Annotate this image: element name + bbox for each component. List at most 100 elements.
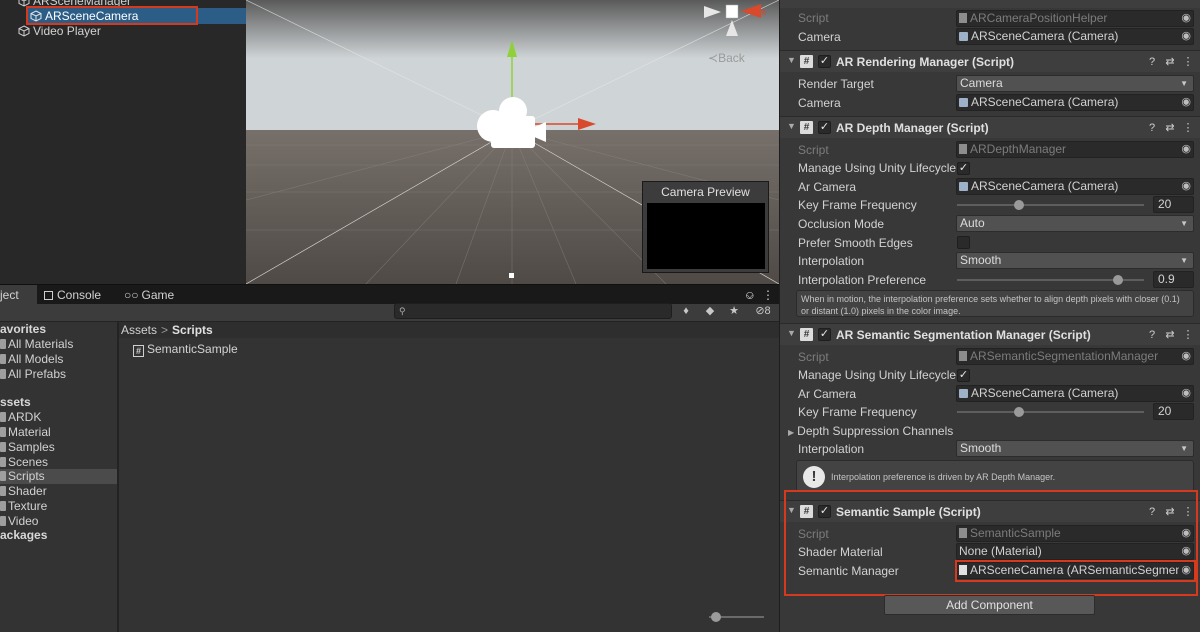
- prop-label: Interpolation: [798, 442, 865, 456]
- script-field[interactable]: SemanticSample ◉: [956, 525, 1194, 542]
- breadcrumb-root[interactable]: Assets: [121, 323, 157, 337]
- depth-suppression-foldout[interactable]: ▶ Depth Suppression Channels: [788, 422, 953, 440]
- component-header-depth-manager[interactable]: ▼ # ✓ AR Depth Manager (Script) ? ⇄ ⋮: [780, 116, 1200, 138]
- enabled-checkbox: ✓: [818, 121, 831, 134]
- occlusion-mode-dropdown[interactable]: Auto ▼: [956, 215, 1194, 232]
- chevron-down-icon: ▼: [1180, 256, 1188, 265]
- script-field[interactable]: ARCameraPositionHelper ◉: [956, 10, 1194, 27]
- interp-pref-value[interactable]: 0.9: [1153, 271, 1194, 288]
- object-picker-icon: ◉: [1181, 387, 1191, 399]
- help-icon: ?: [1148, 122, 1156, 134]
- fold-arrow-icon: ▶: [788, 428, 795, 437]
- interp-pref-slider-knob[interactable]: [1113, 275, 1123, 285]
- scene-back-label[interactable]: ≺​Back: [708, 51, 745, 65]
- tab-console[interactable]: Console: [44, 285, 101, 305]
- label-tag-icon[interactable]: ◆: [702, 303, 718, 319]
- tree-item[interactable]: Samples: [0, 440, 55, 455]
- lifecycle-checkbox[interactable]: ✓: [957, 369, 970, 382]
- search-input[interactable]: ⚲: [394, 303, 672, 319]
- favorite-star-icon[interactable]: ★: [726, 303, 742, 319]
- fold-arrow-icon: ▼: [787, 328, 796, 338]
- camera-field[interactable]: ARSceneCamera (Camera) ◉: [956, 28, 1194, 45]
- hierarchy-item-video-player[interactable]: Video Player: [18, 23, 101, 39]
- key-frame-value[interactable]: 20: [1153, 196, 1194, 213]
- ar-camera-field[interactable]: ARSceneCamera (Camera) ◉: [956, 178, 1194, 195]
- camera-icon: [959, 389, 968, 398]
- prop-label: Render Target: [798, 77, 874, 91]
- key-frame-slider-knob[interactable]: [1014, 407, 1024, 417]
- object-picker-icon: ◉: [1181, 180, 1191, 192]
- script-icon: #: [133, 345, 144, 357]
- component-header-segmentation-manager[interactable]: ▼ # ✓ AR Semantic Segmentation Manager (Sc…: [780, 323, 1200, 345]
- prop-label: Interpolation Preference: [798, 273, 927, 287]
- script-field[interactable]: ARDepthManager ◉: [956, 141, 1194, 158]
- script-field[interactable]: ARSemanticSegmentationManager ◉: [956, 348, 1194, 365]
- lock-icon[interactable]: ⎉: [745, 285, 755, 305]
- interpolation-dropdown[interactable]: Smooth ▼: [956, 252, 1194, 269]
- tree-item[interactable]: All Prefabs: [0, 367, 66, 382]
- preset-icon: ⇄: [1165, 56, 1175, 68]
- breadcrumb: Assets > Scripts: [119, 322, 779, 338]
- shader-material-field[interactable]: None (Material) ◉: [956, 543, 1194, 560]
- component-header-partial[interactable]: [780, 0, 1200, 8]
- hierarchy-item-label: ARSceneCamera: [45, 9, 139, 23]
- object-picker-icon: ◉: [1181, 545, 1191, 557]
- tree-item[interactable]: Texture: [0, 499, 47, 514]
- render-target-dropdown[interactable]: Camera ▼: [956, 75, 1194, 92]
- lifecycle-checkbox[interactable]: ✓: [957, 162, 970, 175]
- prop-label: Semantic Manager: [798, 564, 899, 578]
- prop-label: Depth Suppression Channels: [797, 424, 954, 438]
- key-frame-value[interactable]: 20: [1153, 403, 1194, 420]
- camera-field[interactable]: ARSceneCamera (Camera) ◉: [956, 94, 1194, 111]
- tree-packages[interactable]: ackages: [0, 528, 47, 543]
- kebab-menu-icon: ⋮: [1182, 122, 1194, 134]
- tree-item[interactable]: Scenes: [0, 455, 48, 470]
- tree-item[interactable]: Video: [0, 514, 38, 529]
- script-icon: [959, 351, 967, 361]
- camera-preview: Camera Preview: [642, 181, 769, 273]
- key-frame-slider-knob[interactable]: [1014, 200, 1024, 210]
- semantic-manager-field[interactable]: ARSceneCamera (ARSemanticSegment ◉: [956, 562, 1194, 579]
- object-picker-icon: ◉: [1181, 96, 1191, 108]
- enabled-checkbox: ✓: [818, 328, 831, 341]
- component-header-semantic-sample[interactable]: ▼ # ✓ Semantic Sample (Script) ? ⇄ ⋮: [780, 500, 1200, 522]
- hierarchy-item-label: ARSceneManager: [33, 0, 132, 8]
- object-picker-icon: ◉: [1181, 143, 1191, 155]
- hidden-packages-toggle[interactable]: ⊘8: [750, 303, 776, 319]
- object-picker-icon: ◉: [1181, 350, 1191, 362]
- object-picker-icon: ◉: [1181, 12, 1191, 24]
- tab-label: Game: [141, 288, 175, 302]
- interpolation-dropdown[interactable]: Smooth ▼: [956, 440, 1194, 457]
- zoom-slider-knob[interactable]: [711, 612, 721, 622]
- gameobject-icon: [18, 0, 30, 7]
- kebab-menu-icon[interactable]: ⋮: [762, 285, 774, 305]
- ar-camera-field[interactable]: ARSceneCamera (Camera) ◉: [956, 385, 1194, 402]
- asset-item-semanticsample[interactable]: # SemanticSample: [133, 341, 238, 357]
- filter-by-type-icon[interactable]: ♦: [678, 303, 694, 319]
- key-frame-slider[interactable]: [957, 204, 1144, 206]
- tab-project[interactable]: ject: [0, 285, 37, 305]
- tree-item[interactable]: Material: [0, 425, 51, 440]
- script-icon: [959, 13, 967, 23]
- folder-icon: [0, 442, 6, 452]
- tree-item[interactable]: ARDK: [0, 410, 41, 425]
- axis-x-label: x: [761, 7, 766, 18]
- key-frame-slider[interactable]: [957, 411, 1144, 413]
- tree-item[interactable]: All Materials: [0, 337, 73, 352]
- project-folder-tree: avorites All Materials All Models All Pr…: [0, 322, 117, 632]
- tree-item[interactable]: All Models: [0, 352, 63, 367]
- prop-label: Manage Using Unity Lifecycle: [798, 161, 957, 175]
- search-icon: ⚲: [399, 306, 406, 316]
- tree-item-selected[interactable]: Scripts: [0, 469, 117, 484]
- tree-favorites[interactable]: avorites: [0, 322, 46, 337]
- smooth-edges-checkbox[interactable]: [957, 236, 970, 249]
- breadcrumb-current[interactable]: Scripts: [172, 323, 213, 337]
- tree-item[interactable]: Shader: [0, 484, 47, 499]
- script-icon: [959, 565, 967, 575]
- tree-assets[interactable]: ssets: [0, 395, 31, 410]
- hierarchy-item-arscenecamera[interactable]: ARSceneCamera: [27, 8, 246, 24]
- eye-slash-icon: ⊘: [755, 305, 765, 317]
- tab-game[interactable]: ○○ Game: [124, 285, 174, 305]
- add-component-button[interactable]: Add Component: [884, 595, 1095, 615]
- component-header-rendering-manager[interactable]: ▼ # ✓ AR Rendering Manager (Script) ? ⇄ ⋮: [780, 50, 1200, 72]
